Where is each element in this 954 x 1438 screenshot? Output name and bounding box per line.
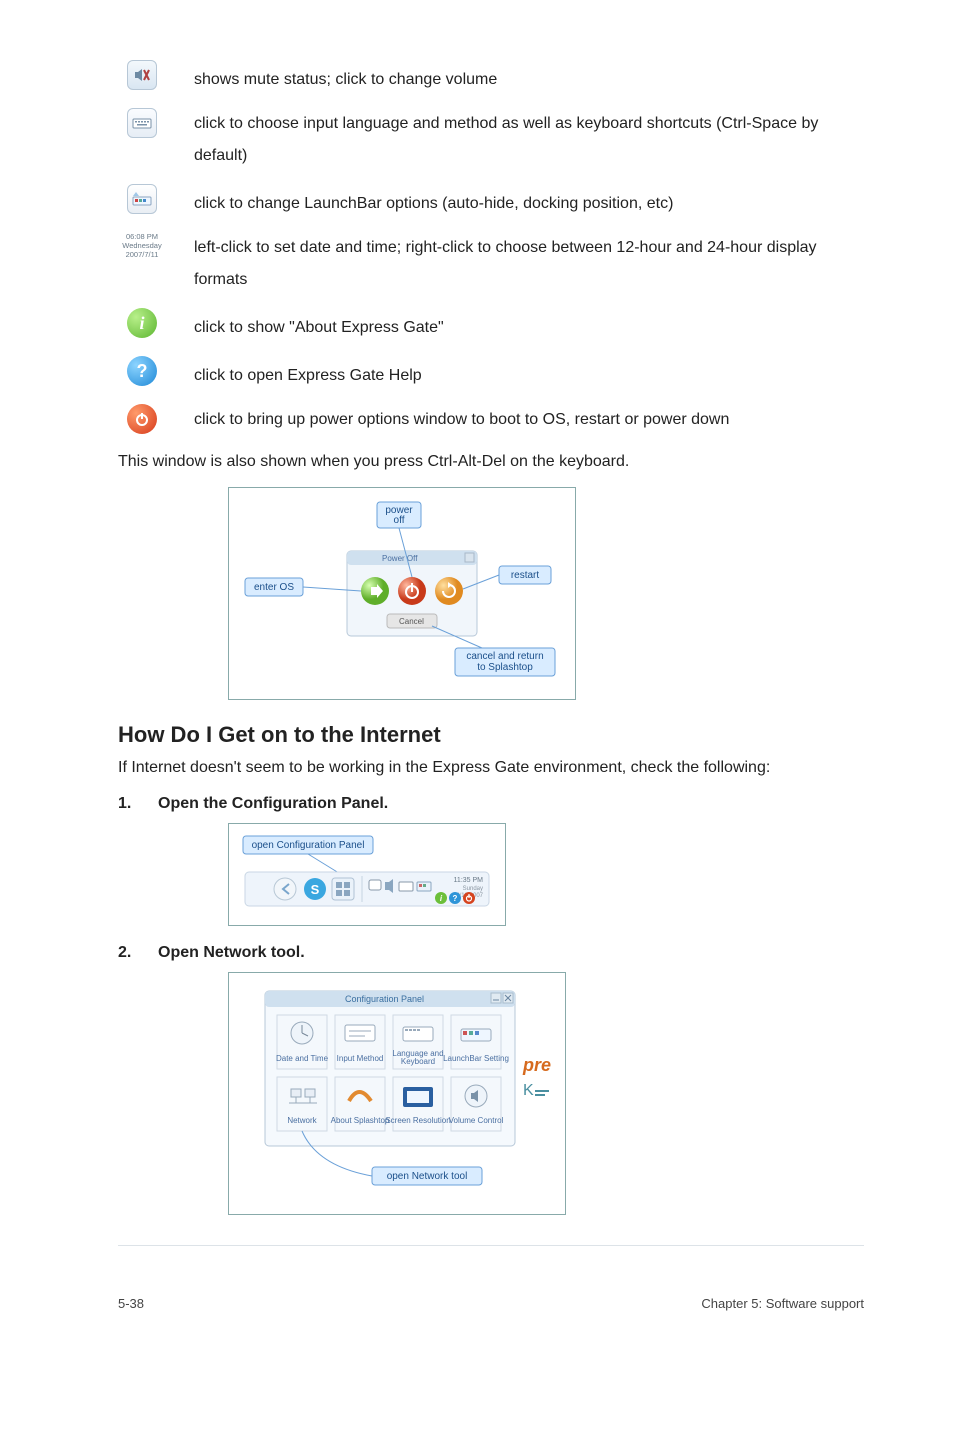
svg-text:Date and Time: Date and Time	[276, 1054, 329, 1063]
svg-text:Cancel: Cancel	[399, 617, 424, 626]
step-1-figure: open Configuration Panel S 11:35 PM Sund…	[228, 823, 864, 926]
datetime-desc: left-click to set date and time; right-c…	[166, 232, 864, 296]
dialog-title: Power Off	[382, 554, 418, 563]
power-off-button[interactable]	[398, 577, 426, 605]
row-about: i click to show "About Express Gate"	[118, 308, 864, 344]
tb-keyboard-icon[interactable]	[399, 882, 413, 891]
svg-text:Screen Resolution: Screen Resolution	[385, 1116, 450, 1125]
power-dialog-figure: Power Off Cancel poweroff enter OS	[228, 487, 864, 700]
restart-button[interactable]	[435, 577, 463, 605]
cell-language-keyboard[interactable]: Language andKeyboard	[392, 1015, 443, 1069]
help-icon[interactable]: ?	[127, 356, 157, 386]
step-2-text: Open Network tool.	[158, 944, 305, 962]
tb-time-line1: 11:35 PM	[454, 877, 484, 884]
power-desc: click to bring up power options window t…	[166, 404, 864, 436]
cell-about-splashtop[interactable]: About Splashtop	[331, 1077, 390, 1131]
tb-help-icon[interactable]: ?	[449, 892, 461, 904]
tb-launchbar-icon[interactable]	[417, 882, 431, 891]
panel-minimize-icon[interactable]	[491, 993, 501, 1003]
brand-fragment: pre	[522, 1055, 551, 1075]
config-panel-title: Configuration Panel	[345, 994, 424, 1004]
tb-config-panel-icon[interactable]	[332, 878, 354, 900]
launchbar-options-icon[interactable]	[127, 184, 157, 214]
mute-desc: shows mute status; click to change volum…	[166, 60, 864, 96]
svg-text:Volume Control: Volume Control	[449, 1116, 504, 1125]
cell-screen-resolution[interactable]: Screen Resolution	[385, 1077, 450, 1131]
tb-back-icon[interactable]	[274, 878, 296, 900]
svg-text:Input Method: Input Method	[337, 1054, 384, 1063]
cell-date-time[interactable]: Date and Time	[276, 1015, 329, 1069]
info-icon[interactable]: i	[127, 308, 157, 338]
svg-text:restart: restart	[511, 570, 540, 581]
row-power: click to bring up power options window t…	[118, 404, 864, 436]
help-desc: click to open Express Gate Help	[166, 356, 864, 392]
brand-fragment-2: K	[523, 1082, 534, 1099]
row-help: ? click to open Express Gate Help	[118, 356, 864, 392]
row-mute: shows mute status; click to change volum…	[118, 60, 864, 96]
cell-volume-control[interactable]: Volume Control	[449, 1077, 504, 1131]
tb-info-icon[interactable]: i	[435, 892, 447, 904]
step-2-num: 2.	[118, 944, 158, 962]
tb-power-icon[interactable]	[463, 892, 475, 904]
tb-net-icon[interactable]	[369, 880, 381, 890]
mute-speaker-icon[interactable]	[127, 60, 157, 90]
svg-text:S: S	[311, 882, 320, 897]
svg-text:LaunchBar Setting: LaunchBar Setting	[443, 1054, 509, 1063]
date-time-panel-icon[interactable]: 06:08 PM Wednesday 2007/7/11	[119, 232, 165, 259]
svg-text:About Splashtop: About Splashtop	[331, 1116, 390, 1125]
launchbar-desc: click to change LaunchBar options (auto-…	[166, 184, 864, 220]
keyboard-icon[interactable]	[127, 108, 157, 138]
keyboard-hint-line: This window is also shown when you press…	[118, 448, 864, 477]
step-1-text: Open the Configuration Panel.	[158, 795, 388, 813]
about-desc: click to show "About Express Gate"	[166, 308, 864, 344]
section-heading: How Do I Get on to the Internet	[118, 722, 864, 748]
step-2-figure: Configuration Panel Date and Time Input …	[228, 972, 864, 1215]
cell-input-method[interactable]: Input Method	[335, 1015, 385, 1069]
row-launchbar: click to change LaunchBar options (auto-…	[118, 184, 864, 220]
svg-text:enter OS: enter OS	[254, 582, 294, 593]
panel-close-icon[interactable]	[503, 993, 513, 1003]
svg-text:open Network tool: open Network tool	[387, 1171, 468, 1182]
keyboard-desc: click to choose input language and metho…	[166, 108, 864, 172]
footer-rule	[118, 1245, 864, 1246]
power-icon[interactable]	[127, 404, 157, 434]
tb-skype-icon[interactable]: S	[304, 878, 326, 900]
svg-text:open Configuration Panel: open Configuration Panel	[252, 840, 365, 851]
cell-launchbar-setting[interactable]: LaunchBar Setting	[443, 1015, 509, 1069]
enter-os-button[interactable]	[361, 577, 389, 605]
footer-right: Chapter 5: Software support	[701, 1296, 864, 1311]
svg-text:Network: Network	[287, 1116, 317, 1125]
row-datetime: 06:08 PM Wednesday 2007/7/11 left-click …	[118, 232, 864, 296]
step-2: 2. Open Network tool.	[118, 944, 864, 962]
svg-text:cancel and returnto Splashtop: cancel and returnto Splashtop	[466, 651, 543, 673]
callout-enter-os: enter OS	[245, 578, 361, 596]
tb-time-line2: Sunday	[463, 886, 483, 892]
cancel-button[interactable]: Cancel	[387, 614, 437, 628]
section-intro: If Internet doesn't seem to be working i…	[118, 756, 864, 781]
cell-network[interactable]: Network	[277, 1077, 327, 1131]
page-footer: 5-38 Chapter 5: Software support	[0, 1286, 954, 1341]
step-1-num: 1.	[118, 795, 158, 813]
row-keyboard: click to choose input language and metho…	[118, 108, 864, 172]
footer-left: 5-38	[118, 1296, 144, 1311]
svg-text:?: ?	[453, 894, 458, 903]
step-1: 1. Open the Configuration Panel.	[118, 795, 864, 813]
